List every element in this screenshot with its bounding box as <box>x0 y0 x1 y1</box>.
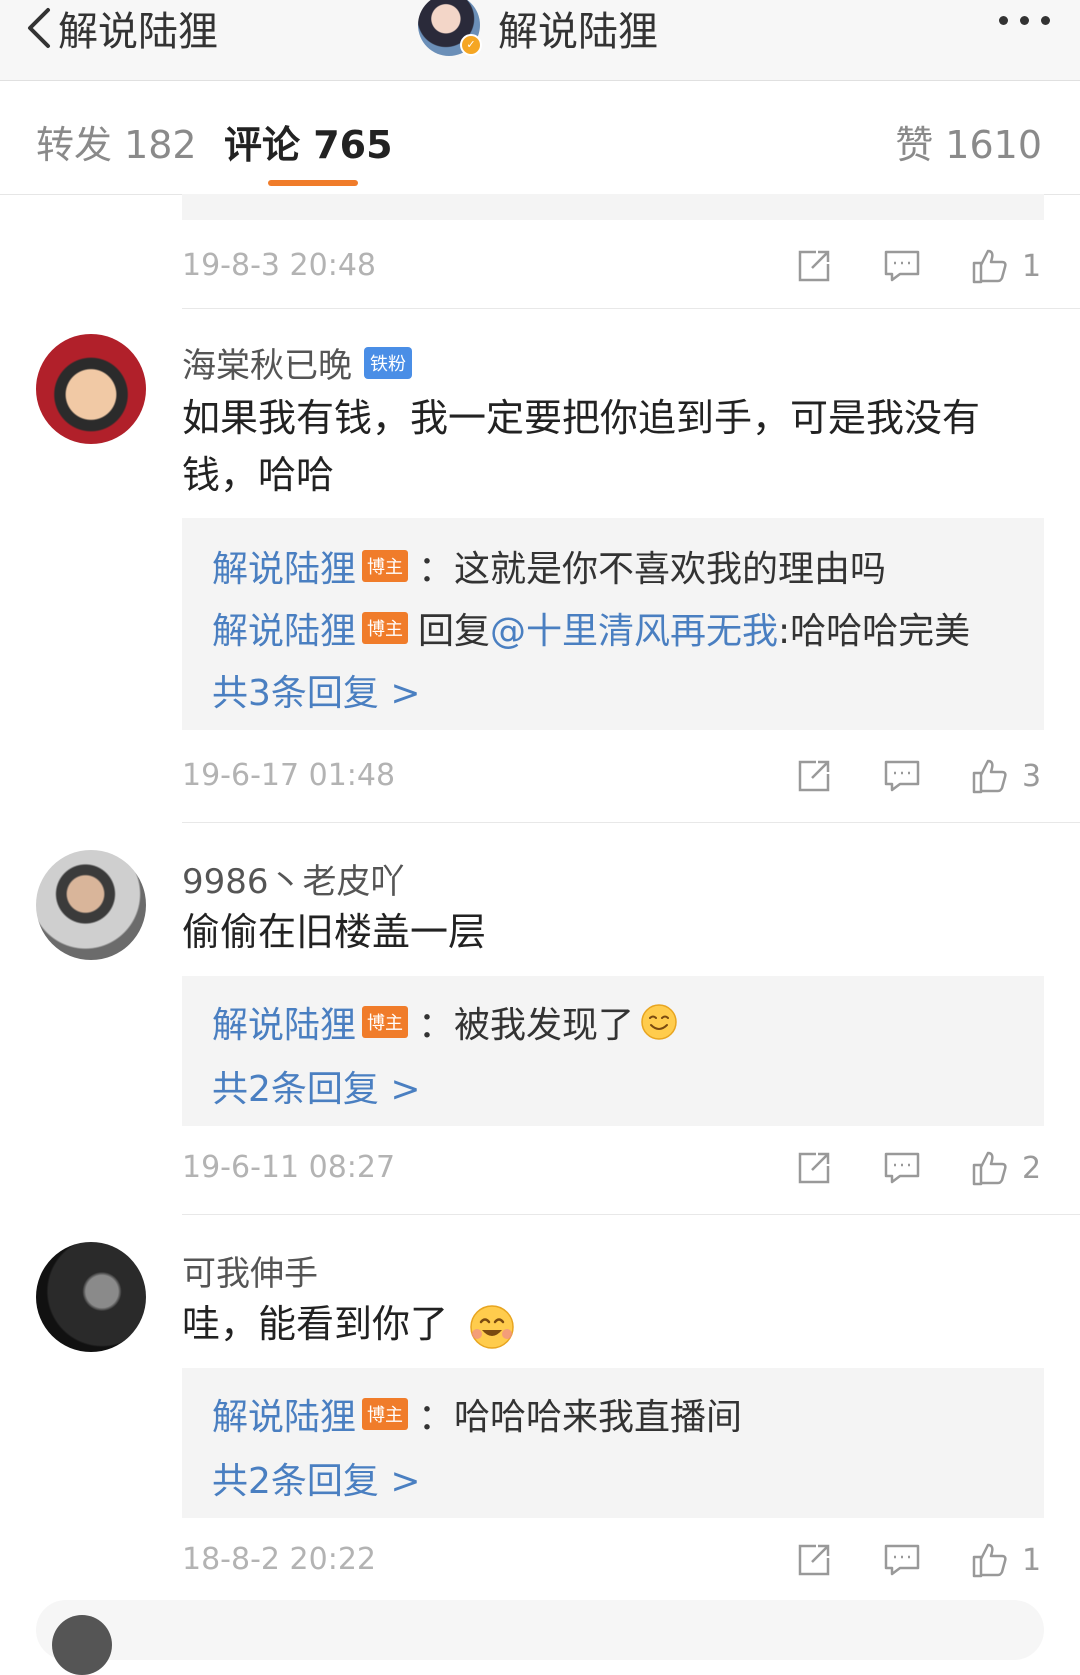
reply-item[interactable]: 解说陆狸 博主 回复 @十里清风再无我 :哈哈哈完美 <box>212 602 970 654</box>
tab-bar: 转发 182 评论 765 赞 1610 <box>0 80 1080 195</box>
back-label: 解说陆狸 <box>58 9 218 55</box>
avatar[interactable] <box>36 850 146 960</box>
host-badge: 博主 <box>362 1006 409 1038</box>
thumbs-up-icon[interactable] <box>970 756 1010 796</box>
host-badge: 博主 <box>362 612 409 644</box>
comment-username[interactable]: 海棠秋已晚 铁粉 <box>182 338 412 387</box>
comment-username[interactable]: 可我伸手 <box>182 1246 318 1295</box>
reply-box[interactable]: 解说陆狸 博主 ：这就是你不喜欢我的理由吗 解说陆狸 博主 回复 @十里清风再无… <box>182 518 1044 730</box>
chevron-left-icon <box>28 8 50 48</box>
avatar[interactable]: ✓ <box>418 0 482 56</box>
reply-text: :哈哈哈完美 <box>778 611 971 652</box>
divider <box>182 308 1080 309</box>
comment-text: 如果我有钱，我一定要把你追到手，可是我没有钱，哈哈 <box>182 396 981 497</box>
header-profile[interactable]: ✓ 解说陆狸 <box>418 0 658 56</box>
reply-box[interactable]: 解说陆狸 博主 ：被我发现了 共2条回复 > <box>182 976 1044 1126</box>
mention-link[interactable]: @十里清风再无我 <box>490 602 778 654</box>
comment-username[interactable]: 9986丶老皮吖 <box>182 854 405 903</box>
comment-actions: 1 <box>794 246 1042 286</box>
like-count: 2 <box>1022 1150 1042 1186</box>
reply-author[interactable]: 解说陆狸 <box>212 1388 356 1440</box>
comment-time: 19-6-11 08:27 <box>182 1150 396 1185</box>
smile-emoji-icon <box>641 1004 677 1040</box>
like-count: 1 <box>1022 248 1042 284</box>
thumbs-up-icon[interactable] <box>970 1148 1010 1188</box>
comment-time: 18-8-2 20:22 <box>182 1542 376 1577</box>
tab-comments[interactable]: 评论 765 <box>224 114 393 169</box>
comment-icon[interactable] <box>882 1148 922 1188</box>
tab-reposts[interactable]: 转发 182 <box>36 114 197 169</box>
like-count: 1 <box>1022 1542 1042 1578</box>
more-replies-link[interactable]: 共2条回复 > <box>212 1060 421 1112</box>
thumbs-up-icon[interactable] <box>970 1540 1010 1580</box>
page-title: 解说陆狸 <box>498 9 658 55</box>
comment-time: 19-6-17 01:48 <box>182 758 396 793</box>
avatar[interactable] <box>36 334 146 444</box>
username-text[interactable]: 可我伸手 <box>182 1246 318 1295</box>
avatar[interactable] <box>52 1615 112 1675</box>
reply-author[interactable]: 解说陆狸 <box>212 996 356 1048</box>
active-tab-indicator <box>268 180 358 186</box>
verified-icon: ✓ <box>460 34 482 56</box>
reply-text: ：被我发现了 <box>418 1005 635 1046</box>
comment-text-value: 哇，能看到你了 <box>182 1302 449 1346</box>
back-button[interactable]: 解说陆狸 <box>26 0 218 56</box>
comment-icon[interactable] <box>882 756 922 796</box>
dot-icon <box>1041 16 1050 25</box>
dot-icon <box>999 16 1008 25</box>
reply-text: ：这就是你不喜欢我的理由吗 <box>418 549 887 590</box>
fan-badge: 铁粉 <box>364 346 412 379</box>
happy-emoji-icon <box>470 1304 514 1349</box>
comment-icon[interactable] <box>882 1540 922 1580</box>
next-comment-partial <box>36 1600 1044 1660</box>
divider <box>182 822 1080 823</box>
reply-author[interactable]: 解说陆狸 <box>212 602 356 654</box>
comment-icon[interactable] <box>882 246 922 286</box>
reply-box <box>182 194 1044 220</box>
tab-likes[interactable]: 赞 1610 <box>895 114 1042 169</box>
host-badge: 博主 <box>362 550 409 582</box>
more-replies-link[interactable]: 共3条回复 > <box>212 664 421 716</box>
reply-item[interactable]: 解说陆狸 博主 ：这就是你不喜欢我的理由吗 <box>212 540 886 592</box>
thumbs-up-icon[interactable] <box>970 246 1010 286</box>
reply-item[interactable]: 解说陆狸 博主 ：被我发现了 <box>212 996 678 1048</box>
dot-icon <box>1020 16 1029 25</box>
comment-text: 偷偷在旧楼盖一层 <box>182 910 487 954</box>
more-options-button[interactable] <box>999 16 1050 25</box>
repost-icon[interactable] <box>794 756 834 796</box>
username-text[interactable]: 海棠秋已晚 <box>182 338 352 387</box>
divider <box>182 1214 1080 1215</box>
repost-icon[interactable] <box>794 1540 834 1580</box>
reply-item[interactable]: 解说陆狸 博主 ：哈哈哈来我直播间 <box>212 1388 742 1440</box>
comment-actions: 3 <box>794 756 1042 796</box>
comment-actions: 1 <box>794 1540 1042 1580</box>
avatar[interactable] <box>36 1242 146 1352</box>
top-nav-bar: 解说陆狸 ✓ 解说陆狸 <box>0 0 1080 81</box>
comment-text: 哇，能看到你了 <box>182 1296 1032 1353</box>
username-text[interactable]: 9986丶老皮吖 <box>182 854 405 903</box>
more-replies-link[interactable]: 共2条回复 > <box>212 1452 421 1504</box>
reply-box[interactable]: 解说陆狸 博主 ：哈哈哈来我直播间 共2条回复 > <box>182 1368 1044 1518</box>
reply-prefix: 回复 <box>418 611 491 652</box>
repost-icon[interactable] <box>794 1148 834 1188</box>
comment-actions: 2 <box>794 1148 1042 1188</box>
like-count: 3 <box>1022 758 1042 794</box>
comment-time: 19-8-3 20:48 <box>182 248 376 283</box>
repost-icon[interactable] <box>794 246 834 286</box>
reply-text: ：哈哈哈来我直播间 <box>418 1397 743 1438</box>
host-badge: 博主 <box>362 1398 409 1430</box>
reply-author[interactable]: 解说陆狸 <box>212 540 356 592</box>
